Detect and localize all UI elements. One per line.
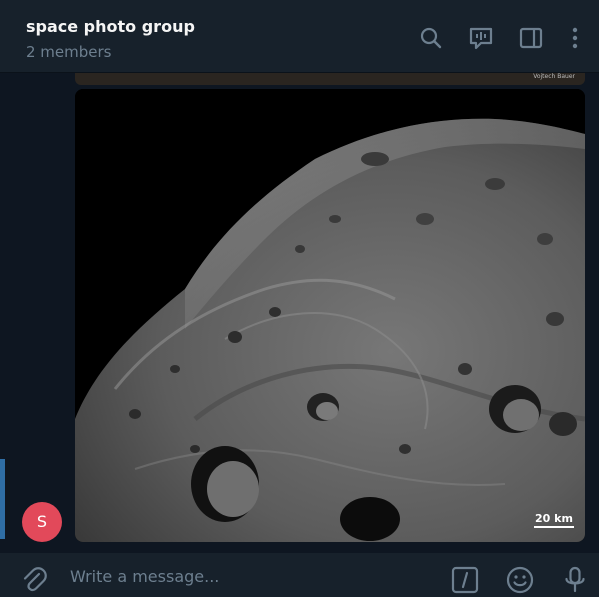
member-count[interactable]: 2 members	[26, 43, 112, 61]
microphone-icon[interactable]	[560, 565, 590, 595]
photo-credit: Vojtech Bauer	[533, 73, 575, 80]
asteroid-photo[interactable]: 20 km	[75, 89, 585, 542]
live-stream-icon[interactable]	[467, 24, 495, 52]
attach-icon[interactable]	[19, 565, 49, 595]
chat-header: space photo group 2 members	[0, 0, 599, 73]
more-icon[interactable]	[561, 24, 589, 52]
sender-avatar[interactable]: S	[22, 502, 62, 542]
message-list[interactable]: Vojtech Bauer 20 km	[0, 73, 599, 553]
bot-commands-icon[interactable]	[450, 565, 480, 595]
previous-photo[interactable]: Vojtech Bauer	[75, 73, 585, 85]
selection-indicator	[0, 459, 5, 539]
chat-title[interactable]: space photo group	[26, 17, 195, 36]
emoji-icon[interactable]	[505, 565, 535, 595]
photo-scale-label: 20 km	[534, 512, 574, 528]
message-input[interactable]	[70, 563, 430, 589]
sidebar-toggle-icon[interactable]	[517, 24, 545, 52]
message-composer	[0, 553, 599, 597]
search-icon[interactable]	[417, 24, 445, 52]
